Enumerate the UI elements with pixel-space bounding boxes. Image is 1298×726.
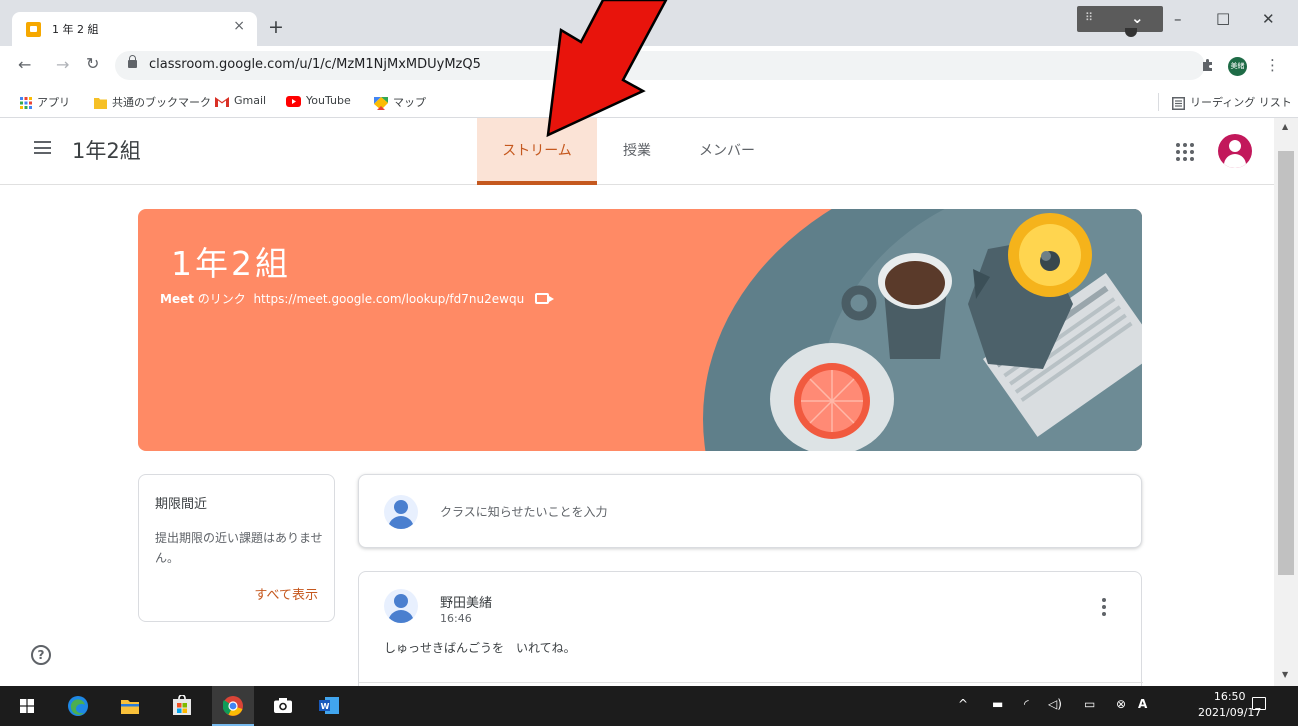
bookmarks-bar: アプリ 共通のブックマーク Gmail YouTube マップ リーディング リ… — [0, 86, 1298, 118]
bookmark-gmail[interactable]: Gmail — [215, 94, 266, 107]
upcoming-title: 期限間近 — [155, 497, 208, 512]
reading-list-icon — [1172, 96, 1185, 110]
apps-grid-icon — [20, 97, 32, 109]
meet-url[interactable]: https://meet.google.com/lookup/fd7nu2ewq… — [253, 292, 524, 306]
avatar — [384, 589, 418, 623]
windows-taskbar: W ^ ▬ ◜ ◁) ▭ ⊗ A 16:50 2021/09/17 — [0, 686, 1298, 726]
maps-icon — [374, 96, 388, 110]
bookmark-youtube[interactable]: YouTube — [286, 94, 351, 107]
announcement-placeholder[interactable]: クラスに知らせたいことを入力 — [440, 503, 608, 520]
meet-label: Meet — [160, 292, 194, 306]
keyboard-widget[interactable]: ⠿ ⌄ — [1077, 6, 1163, 37]
battery-icon[interactable]: ▬ — [992, 697, 1003, 711]
browser-menu-icon[interactable]: ⋮ — [1265, 56, 1280, 74]
back-icon[interactable]: ← — [18, 55, 31, 74]
more-options-icon[interactable] — [1100, 598, 1108, 618]
wifi-icon[interactable]: ◜ — [1024, 697, 1029, 711]
tab-label: 授業 — [623, 143, 651, 159]
chrome-icon — [223, 696, 243, 716]
edge-icon[interactable] — [68, 696, 88, 716]
upcoming-card: 期限間近 提出期限の近い課題はありません。 すべて表示 — [138, 474, 335, 622]
address-bar[interactable]: classroom.google.com/u/1/c/MzM1NjMxMDUyM… — [115, 51, 1205, 80]
chevron-down-icon[interactable]: ⌄ — [1131, 9, 1144, 27]
tab-title: 1 年 2 組 — [52, 23, 99, 36]
grip-icon: ⠿ — [1085, 11, 1094, 24]
scroll-up-icon[interactable]: ▲ — [1282, 122, 1288, 131]
scroll-down-icon[interactable]: ▼ — [1282, 670, 1288, 679]
browser-tab[interactable]: 1 年 2 組 × — [12, 12, 257, 46]
post-author: 野田美緒 — [440, 596, 493, 611]
volume-icon[interactable]: ◁) — [1048, 697, 1062, 711]
banner-title: 1年2組 — [171, 244, 291, 283]
taskbar-chrome-active[interactable] — [212, 686, 254, 726]
word-icon[interactable]: W — [319, 697, 339, 714]
touch-keyboard-icon[interactable]: ▭ — [1084, 697, 1095, 711]
tab-label: メンバー — [699, 143, 755, 159]
google-apps-icon[interactable] — [1175, 142, 1195, 162]
page-scrollbar[interactable]: ▲ ▼ — [1274, 118, 1298, 686]
classroom-favicon-icon — [26, 22, 41, 37]
bookmark-shared-folder[interactable]: 共通のブックマーク — [94, 94, 211, 110]
view-all-link[interactable]: すべて表示 — [254, 584, 318, 603]
class-title[interactable]: 1年2組 — [72, 135, 141, 165]
url-text[interactable]: classroom.google.com/u/1/c/MzM1NjMxMDUyM… — [149, 57, 481, 72]
tab-label: ストリーム — [502, 143, 572, 159]
svg-text:W: W — [321, 702, 330, 711]
notification-center-icon[interactable] — [1252, 697, 1266, 710]
folder-icon — [94, 98, 107, 109]
file-explorer-icon[interactable] — [121, 698, 139, 714]
screen: 1 年 2 組 × + ⠿ ⌄ – □ ✕ ← → ↻ classroom.go… — [0, 0, 1298, 726]
class-banner: 1年2組 Meet のリンク https://meet.google.com/l… — [138, 209, 1142, 451]
scroll-thumb[interactable] — [1278, 151, 1294, 575]
post-time: 16:46 — [440, 612, 472, 625]
ime-icon[interactable]: A — [1138, 697, 1147, 711]
tray-overflow-icon[interactable]: ^ — [958, 697, 968, 711]
widget-knob-icon — [1125, 28, 1137, 37]
browser-toolbar: ← → ↻ classroom.google.com/u/1/c/MzM1NjM… — [0, 46, 1298, 86]
reading-list-label: リーディング リスト — [1190, 96, 1292, 109]
profile-avatar[interactable]: 美緒 — [1228, 57, 1247, 76]
youtube-icon — [286, 95, 301, 107]
tab-strip: 1 年 2 組 × + ⠿ ⌄ – □ ✕ — [0, 0, 1298, 46]
bookmark-label: 共通のブックマーク — [112, 96, 211, 109]
new-tab-button[interactable]: + — [268, 17, 284, 37]
stream-post: 野田美緒 16:46 しゅっせきばんごうを いれてね。 — [358, 571, 1143, 701]
tab-people[interactable]: メンバー — [682, 118, 772, 185]
bookmark-label: Gmail — [234, 94, 267, 107]
post-body: しゅっせきばんごうを いれてね。 — [384, 641, 576, 655]
bookmark-label: YouTube — [306, 94, 351, 107]
tab-stream[interactable]: ストリーム — [477, 118, 597, 185]
upcoming-text: 提出期限の近い課題はありません。 — [155, 531, 323, 565]
close-window-button[interactable]: ✕ — [1262, 10, 1275, 28]
windows-start-icon[interactable] — [20, 699, 34, 713]
antivirus-icon[interactable]: ⊗ — [1116, 697, 1126, 711]
tab-classwork[interactable]: 授業 — [605, 118, 669, 185]
meet-link-line[interactable]: Meet のリンク https://meet.google.com/lookup… — [160, 290, 554, 307]
tab-close-icon[interactable]: × — [233, 18, 245, 34]
classroom-header: 1年2組 ストリーム 授業 メンバー — [0, 118, 1274, 185]
account-avatar-icon[interactable] — [1218, 134, 1252, 168]
avatar — [384, 495, 418, 529]
video-camera-icon[interactable] — [535, 293, 554, 304]
reading-list-button[interactable]: リーディング リスト — [1172, 94, 1292, 110]
bookmark-label: アプリ — [37, 96, 70, 109]
meet-suffix: のリンク — [197, 292, 246, 306]
gmail-icon — [215, 96, 229, 107]
post-divider — [359, 682, 1143, 683]
lock-icon — [128, 55, 137, 68]
store-icon[interactable] — [173, 695, 191, 715]
minimize-button[interactable]: – — [1174, 10, 1182, 28]
bookmark-apps[interactable]: アプリ — [20, 94, 70, 110]
extensions-puzzle-icon[interactable] — [1200, 57, 1216, 73]
camera-icon[interactable] — [274, 698, 292, 713]
bookmark-separator — [1158, 93, 1159, 111]
reload-icon[interactable]: ↻ — [86, 54, 99, 73]
hamburger-menu-icon[interactable] — [34, 141, 51, 154]
maximize-button[interactable]: □ — [1216, 9, 1230, 27]
bookmark-label: マップ — [393, 96, 426, 109]
help-icon[interactable]: ? — [31, 645, 51, 665]
bookmark-maps[interactable]: マップ — [374, 94, 426, 110]
forward-icon[interactable]: → — [56, 55, 69, 74]
announcement-composer[interactable]: クラスに知らせたいことを入力 — [358, 474, 1142, 548]
